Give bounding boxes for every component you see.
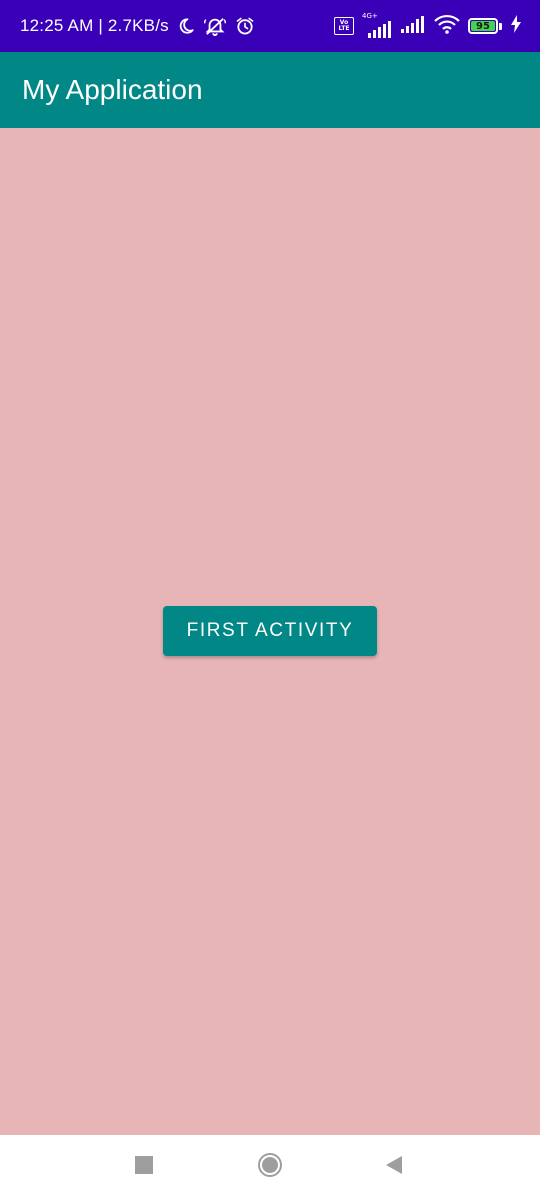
moon-icon [177, 17, 195, 35]
status-bar: 12:25 AM | 2.7KB/s Vo LTE 4G+ 95 [0, 0, 540, 52]
status-right: Vo LTE 4G+ 95 [334, 0, 522, 52]
status-left: 12:25 AM | 2.7KB/s [20, 0, 255, 52]
volte-bottom-label: LTE [338, 25, 350, 32]
home-icon [257, 1152, 283, 1183]
wifi-icon [434, 14, 460, 39]
notifications-off-icon [203, 16, 227, 36]
app-bar: My Application [0, 52, 540, 128]
network-type-label: 4G+ [362, 12, 378, 20]
app-title: My Application [22, 74, 203, 105]
main-content: First Activity [0, 128, 540, 1135]
battery-level: 95 [471, 21, 495, 32]
charging-icon [510, 14, 522, 38]
first-activity-button[interactable]: First Activity [163, 606, 377, 656]
status-time-speed: 12:25 AM | 2.7KB/s [20, 16, 169, 35]
navigation-bar [0, 1135, 540, 1200]
battery-icon: 95 [468, 18, 502, 34]
alarm-icon [235, 16, 255, 36]
signal-4g-icon: 4G+ [362, 12, 392, 38]
recents-icon [135, 1156, 153, 1179]
back-icon [385, 1155, 403, 1180]
recents-button[interactable] [109, 1135, 179, 1200]
home-button[interactable] [235, 1135, 305, 1200]
signal-icon [400, 15, 426, 38]
volte-icon: Vo LTE [334, 17, 354, 35]
back-button[interactable] [359, 1135, 429, 1200]
